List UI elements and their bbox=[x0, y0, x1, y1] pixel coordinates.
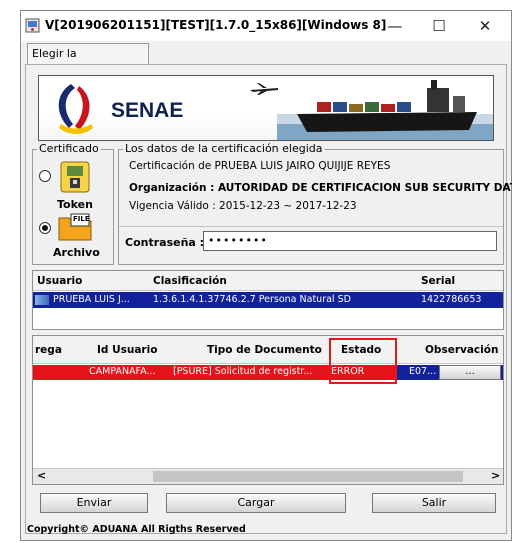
certificate-table: Usuario Clasificación Serial PRUEBA LUIS… bbox=[32, 270, 504, 330]
horizontal-scrollbar[interactable]: < > bbox=[33, 468, 503, 484]
airplane-icon bbox=[249, 82, 279, 96]
cert-organization-line: Organización : AUTORIDAD DE CERTIFICACIO… bbox=[129, 182, 512, 194]
scroll-right-button[interactable]: > bbox=[491, 469, 500, 482]
enviar-button[interactable]: Enviar bbox=[40, 493, 148, 513]
cell-clasificacion: 1.3.6.1.4.1.37746.2.7 Persona Natural SD bbox=[153, 294, 351, 305]
copyright-text: Copyright© ADUANA All Rigths Reserved bbox=[27, 524, 246, 535]
brand-name: SENAE bbox=[111, 99, 184, 122]
cargar-button[interactable]: Cargar bbox=[166, 493, 346, 513]
folder-file-icon: FILE bbox=[57, 212, 93, 242]
observacion-detail-button[interactable]: ... bbox=[439, 365, 501, 380]
certificado-group: Certificado Token FILE Archivo bbox=[32, 142, 114, 265]
cell-usuario: PRUEBA LUIS J... bbox=[53, 294, 130, 305]
table-row[interactable]: PRUEBA LUIS J... 1.3.6.1.4.1.37746.2.7 P… bbox=[33, 292, 503, 308]
scroll-left-button[interactable]: < bbox=[37, 469, 46, 482]
token-icon bbox=[59, 160, 91, 194]
window-title: V[201906201151][TEST][1.7.0_15x86][Windo… bbox=[45, 18, 387, 32]
cargo-ship-image bbox=[277, 78, 493, 140]
cell-serial: 1422786653 bbox=[421, 294, 482, 305]
minimize-button[interactable]: — bbox=[373, 13, 417, 39]
archivo-label: Archivo bbox=[53, 246, 100, 259]
estado-highlight-box bbox=[329, 338, 397, 384]
cell-observacion: E07... ... bbox=[395, 365, 503, 380]
document-table: rega Id Usuario Tipo de Documento Estado… bbox=[32, 335, 504, 485]
token-label: Token bbox=[57, 198, 93, 211]
cert-validity-line: Vigencia Válido : 2015-12-23 ~ 2017-12-2… bbox=[129, 200, 357, 212]
cell-tipo-documento: [PSURE] Solicitud de registr... bbox=[173, 366, 313, 377]
header-observacion[interactable]: Observación bbox=[425, 340, 498, 360]
archivo-radio[interactable] bbox=[39, 222, 51, 234]
table-row[interactable]: CAMPANAFA... [PSURE] Solicitud de regist… bbox=[33, 365, 503, 380]
password-label: Contraseña : bbox=[125, 236, 205, 249]
divider bbox=[119, 226, 503, 227]
maximize-button[interactable]: ☐ bbox=[417, 13, 461, 39]
header-clasificacion[interactable]: Clasificación bbox=[153, 271, 227, 291]
app-icon bbox=[25, 18, 40, 33]
app-window: V[201906201151][TEST][1.7.0_15x86][Windo… bbox=[20, 10, 512, 541]
tab-content: SENAE Certificado Token FILE Archivo Los… bbox=[25, 64, 512, 534]
header-serial[interactable]: Serial bbox=[421, 271, 455, 291]
salir-button[interactable]: Salir bbox=[372, 493, 496, 513]
title-bar: V[201906201151][TEST][1.7.0_15x86][Windo… bbox=[21, 11, 511, 41]
scrollbar-thumb[interactable] bbox=[153, 471, 463, 482]
cell-id-usuario: CAMPANAFA... bbox=[89, 366, 156, 377]
senae-logo-icon bbox=[45, 80, 105, 138]
password-field[interactable]: •••••••• bbox=[203, 231, 497, 251]
header-tipo-documento[interactable]: Tipo de Documento bbox=[207, 340, 322, 360]
observacion-text: E07... bbox=[409, 366, 437, 377]
archivo-radio-dot bbox=[42, 225, 48, 231]
cert-holder-line: Certificación de PRUEBA LUIS JAIRO QUIJI… bbox=[129, 160, 391, 172]
header-usuario[interactable]: Usuario bbox=[37, 271, 82, 291]
cert-info-group: Los datos de la certificación elegida Ce… bbox=[118, 142, 512, 265]
header-entrega[interactable]: rega bbox=[35, 340, 62, 360]
document-table-header: rega Id Usuario Tipo de Documento Estado… bbox=[33, 336, 503, 364]
certificado-legend: Certificado bbox=[37, 142, 101, 155]
cert-info-legend: Los datos de la certificación elegida bbox=[123, 142, 325, 155]
file-icon-text: FILE bbox=[73, 215, 90, 223]
close-button[interactable]: ✕ bbox=[463, 13, 507, 39]
certificate-table-header: Usuario Clasificación Serial bbox=[33, 271, 503, 291]
tab-elegir-certificacion[interactable]: Elegir la Certificación bbox=[27, 43, 149, 80]
header-id-usuario[interactable]: Id Usuario bbox=[97, 340, 157, 360]
cert-row-icon bbox=[35, 295, 49, 305]
senae-banner: SENAE bbox=[38, 75, 494, 141]
token-radio[interactable] bbox=[39, 170, 51, 182]
